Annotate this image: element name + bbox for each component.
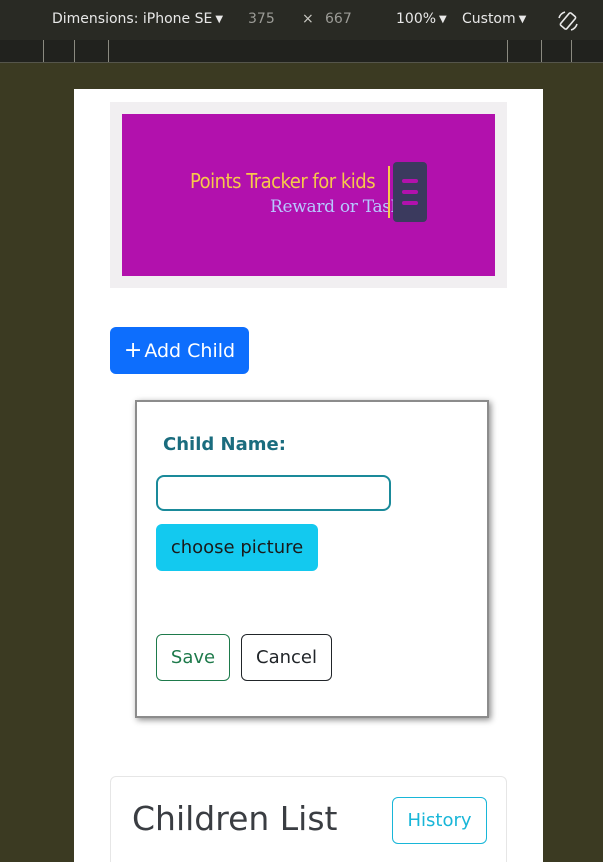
- menu-logo-icon: [393, 162, 427, 222]
- throttle-label: Custom: [462, 11, 516, 27]
- height-input[interactable]: 667: [325, 11, 352, 27]
- add-child-label: Add Child: [144, 339, 236, 362]
- chevron-down-icon: ▼: [518, 14, 527, 25]
- width-input[interactable]: 375: [248, 11, 275, 27]
- chevron-down-icon: ▼: [215, 14, 224, 25]
- zoom-label: 100%: [396, 11, 437, 27]
- device-dimensions-dropdown[interactable]: Dimensions: iPhone SE ▼: [52, 11, 223, 27]
- add-child-button[interactable]: + Add Child: [110, 327, 249, 374]
- banner-title: Points Tracker for kids: [190, 169, 376, 193]
- chevron-down-icon: ▼: [439, 14, 447, 25]
- history-button[interactable]: History: [392, 797, 487, 844]
- banner-subtitle: Reward or Task: [270, 197, 401, 217]
- times-icon: ×: [302, 11, 314, 27]
- throttle-dropdown[interactable]: Custom ▼: [462, 11, 526, 27]
- banner-frame: Points Tracker for kids Reward or Task: [110, 102, 507, 288]
- child-name-label: Child Name:: [163, 434, 286, 455]
- add-child-form: Child Name: choose picture Save Cancel: [135, 400, 489, 718]
- choose-picture-button[interactable]: choose picture: [156, 524, 318, 571]
- media-query-ruler: [0, 40, 603, 63]
- save-button[interactable]: Save: [156, 634, 230, 681]
- children-list-card: Children List History: [110, 776, 507, 862]
- cancel-button[interactable]: Cancel: [241, 634, 332, 681]
- devtools-toolbar: Dimensions: iPhone SE ▼ 375 × 667 100% ▼ C…: [0, 0, 603, 40]
- plus-icon: +: [123, 337, 143, 363]
- children-list-title: Children List: [132, 799, 338, 838]
- rotate-icon[interactable]: [556, 9, 580, 33]
- zoom-dropdown[interactable]: 100% ▼: [396, 11, 447, 27]
- device-label: Dimensions: iPhone SE: [52, 11, 213, 27]
- app-banner: Points Tracker for kids Reward or Task: [122, 114, 495, 276]
- child-name-input[interactable]: [156, 475, 391, 511]
- device-viewport: Points Tracker for kids Reward or Task +…: [74, 89, 543, 862]
- banner-divider: [388, 166, 390, 218]
